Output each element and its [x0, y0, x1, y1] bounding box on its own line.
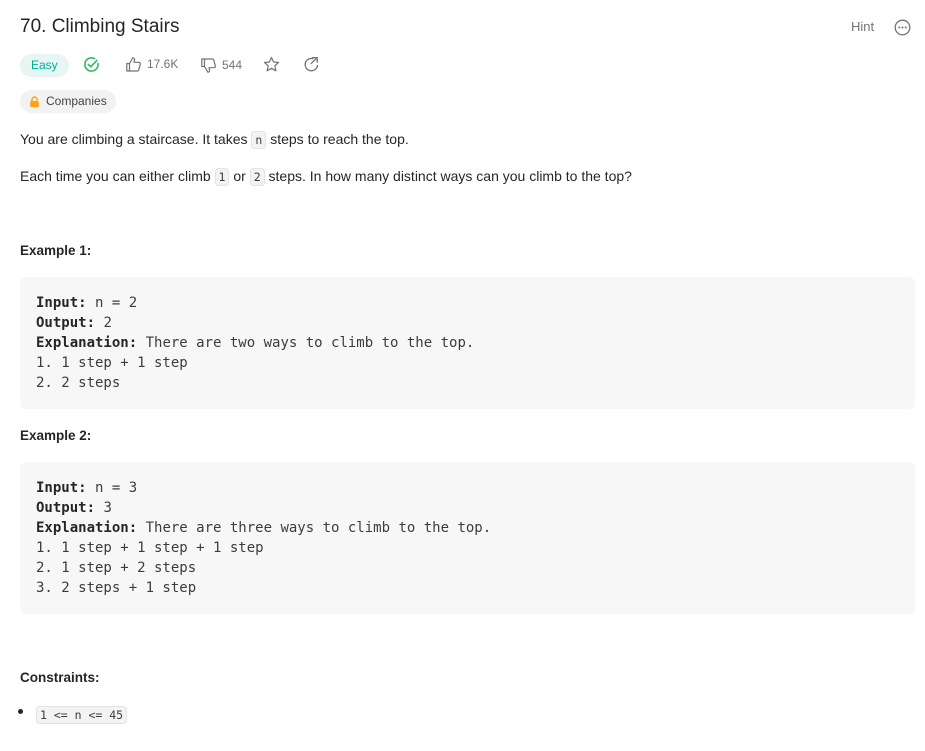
- lock-icon: [30, 95, 39, 107]
- hint-button[interactable]: Hint: [851, 19, 874, 34]
- example-output-line: Output: 3: [36, 498, 899, 518]
- example-step-line: 3. 2 steps + 1 step: [36, 580, 197, 596]
- difficulty-badge: Easy: [20, 54, 69, 77]
- output-label: Output:: [36, 500, 96, 516]
- output-value: 3: [95, 500, 112, 516]
- description-text: or: [229, 168, 250, 184]
- thumbs-down-icon: [201, 58, 216, 73]
- description-text: You are climbing a staircase. It takes: [20, 131, 252, 147]
- like-count: 17.6K: [147, 57, 179, 71]
- inline-code: 2: [249, 168, 265, 186]
- explanation-label: Explanation:: [36, 520, 138, 536]
- example-input-line: Input: n = 3: [36, 478, 899, 498]
- dislike-button[interactable]: 544: [200, 57, 242, 74]
- solved-check-icon: [84, 57, 99, 72]
- thumbs-up-icon: [126, 57, 141, 72]
- example-1-block: Input: n = 2 Output: 2 Explanation: Ther…: [20, 277, 915, 409]
- output-label: Output:: [36, 315, 96, 331]
- example-step-line: 2. 2 steps: [36, 375, 121, 391]
- companies-tag[interactable]: Companies: [20, 90, 116, 113]
- explanation-value: There are three ways to climb to the top…: [137, 520, 492, 536]
- output-value: 2: [95, 315, 112, 331]
- example-2-block: Input: n = 3 Output: 3 Explanation: Ther…: [20, 462, 915, 614]
- example-2-heading: Example 2:: [20, 428, 92, 443]
- input-label: Input:: [36, 295, 87, 311]
- example-input-line: Input: n = 2: [36, 293, 899, 313]
- list-bullet: [18, 709, 23, 714]
- more-options-icon[interactable]: [894, 19, 911, 36]
- explanation-label: Explanation:: [36, 335, 138, 351]
- constraint-code: 1 <= n <= 45: [36, 706, 128, 724]
- description-paragraph-1: You are climbing a staircase. It takes n…: [20, 131, 409, 149]
- constraints-heading: Constraints:: [20, 670, 100, 685]
- like-button[interactable]: 17.6K: [125, 56, 178, 73]
- companies-label: Companies: [46, 94, 107, 108]
- share-icon[interactable]: [303, 56, 320, 73]
- example-explanation-line: Explanation: There are three ways to cli…: [36, 518, 899, 538]
- example-output-line: Output: 2: [36, 313, 899, 333]
- example-step-line: 1. 1 step + 1 step: [36, 355, 188, 371]
- problem-title: 70. Climbing Stairs: [20, 16, 180, 37]
- constraint-item: 1 <= n <= 45: [36, 706, 128, 724]
- example-explanation-line: Explanation: There are two ways to climb…: [36, 333, 899, 353]
- input-label: Input:: [36, 480, 87, 496]
- explanation-value: There are two ways to climb to the top.: [137, 335, 475, 351]
- star-icon[interactable]: [263, 56, 280, 73]
- input-value: n = 3: [86, 480, 138, 496]
- description-text: Each time you can either climb: [20, 168, 215, 184]
- dislike-count: 544: [222, 58, 243, 72]
- description-text: steps to reach the top.: [266, 131, 409, 147]
- input-value: n = 2: [86, 295, 138, 311]
- example-step-line: 1. 1 step + 1 step + 1 step: [36, 540, 264, 556]
- example-1-heading: Example 1:: [20, 243, 92, 258]
- inline-code: n: [251, 131, 267, 149]
- example-step-line: 2. 1 step + 2 steps: [36, 560, 197, 576]
- description-text: steps. In how many distinct ways can you…: [264, 168, 632, 184]
- description-paragraph-2: Each time you can either climb 1 or 2 st…: [20, 168, 632, 186]
- inline-code: 1: [214, 168, 230, 186]
